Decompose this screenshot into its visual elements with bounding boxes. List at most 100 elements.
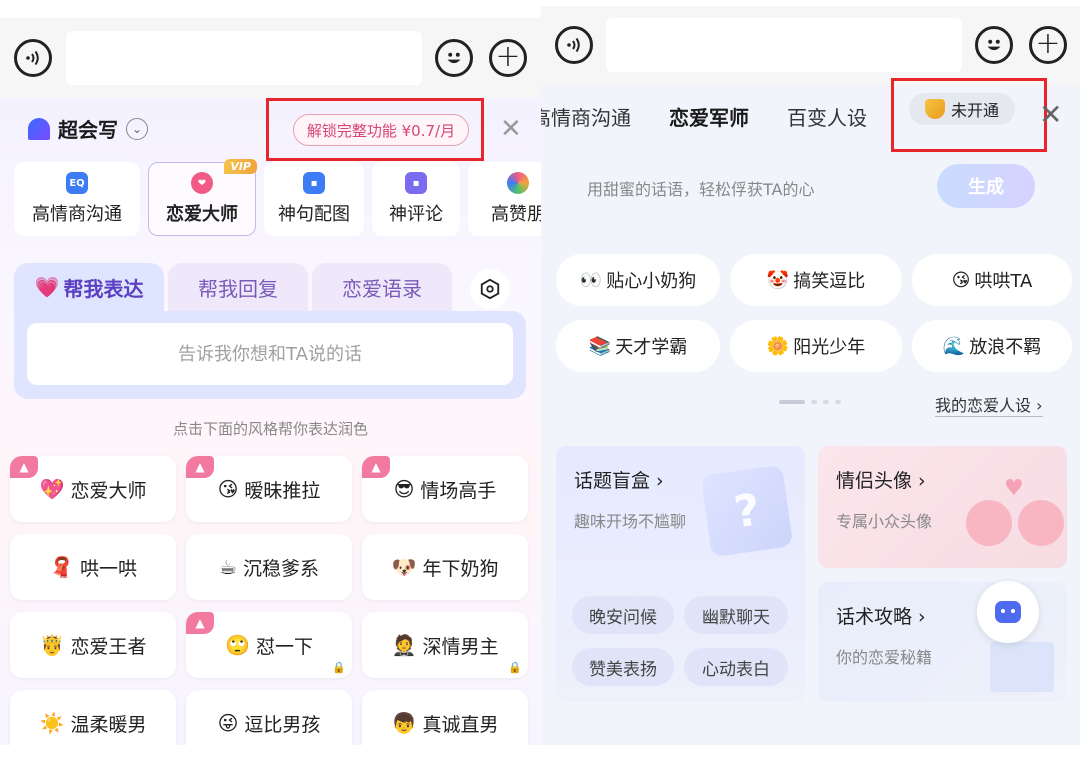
persona-chip[interactable]: 🌼 阳光少年 xyxy=(730,320,902,372)
not-open-highlight-box: 未开通 xyxy=(891,78,1047,152)
settings-button[interactable] xyxy=(470,269,510,309)
persona-chip[interactable]: 🌊 放浪不羁 xyxy=(912,320,1072,372)
style-devoted-male-lead[interactable]: 🤵 深情男主 🔒 xyxy=(362,612,528,678)
style-flirt-push-pull[interactable]: ▲ 😘 暧昧推拉 xyxy=(186,456,352,522)
persona-emoji: 👀 xyxy=(579,269,603,291)
tab-label: 恋爱语录 xyxy=(342,276,422,301)
style-label: 恋爱大师 xyxy=(70,479,147,502)
close-icon[interactable]: ✕ xyxy=(1039,98,1062,131)
feature-love-master[interactable]: VIP ❤ 恋爱大师 xyxy=(148,159,257,236)
tab-persona[interactable]: 百变人设 xyxy=(787,102,867,131)
pig-avatar-icon xyxy=(1018,500,1064,546)
tab-help-reply[interactable]: 帮我回复 xyxy=(168,263,308,311)
style-love-king[interactable]: 🤴 恋爱王者 xyxy=(10,612,176,678)
style-label: 暧昧推拉 xyxy=(244,479,321,502)
style-steady-daddy[interactable]: ☕ 沉稳爹系 xyxy=(186,534,352,600)
tab-label: 帮我回复 xyxy=(198,276,278,301)
persona-emoji: 🤡 xyxy=(766,269,790,291)
robot-icon xyxy=(995,601,1021,623)
feature-comment[interactable]: ▪ 神评论 xyxy=(372,162,460,236)
not-open-badge[interactable]: 未开通 xyxy=(909,93,1015,125)
style-label: 年下奶狗 xyxy=(422,557,499,580)
love-input-placeholder[interactable]: 用甜蜜的话语，轻松俘获TA的心 xyxy=(587,176,814,200)
hot-flame-icon: ▲ xyxy=(186,456,214,478)
style-emoji: 😜 xyxy=(217,711,239,735)
voice-input-button[interactable] xyxy=(14,39,52,77)
generate-button[interactable]: 生成 xyxy=(937,164,1035,208)
mode-tabs: 💗 帮我表达 帮我回复 恋爱语录 xyxy=(14,263,526,400)
persona-grid: 👀 贴心小奶狗 🤡 搞笑逗比 😘 哄哄TA 📚 天才学霸 🌼 阳光少年 🌊 放浪不羁 xyxy=(556,254,1072,372)
close-icon[interactable]: ✕ xyxy=(500,114,522,144)
left-screen: + 超会写 ⌄ 解锁完整功能 ¥0.7/月 ✕ EQ 高情商沟通 VIP ❤ 恋… xyxy=(0,0,541,745)
persona-emoji: 🌊 xyxy=(942,335,966,357)
more-plus-button[interactable]: + xyxy=(489,39,527,77)
style-love-master[interactable]: ▲ 💖 恋爱大师 xyxy=(10,456,176,522)
persona-emoji: 🌼 xyxy=(766,335,790,357)
card-title: 话题盲盒 › xyxy=(574,470,664,492)
chip-good-night[interactable]: 晚安问候 xyxy=(572,596,674,634)
emoji-button[interactable] xyxy=(435,39,473,77)
vip-badge: VIP xyxy=(224,159,257,174)
style-talk-back[interactable]: ▲ 🙄 怼一下 🔒 xyxy=(186,612,352,678)
style-emoji: 🤵 xyxy=(391,633,417,657)
hot-flame-icon: ▲ xyxy=(186,612,214,634)
plus-icon: + xyxy=(1035,25,1061,61)
feature-image-caption[interactable]: ▪ 神句配图 xyxy=(264,162,364,236)
style-sincere-straight-guy[interactable]: 👦 真诚直男 xyxy=(362,690,528,745)
persona-chip[interactable]: 📚 天才学霸 xyxy=(556,320,720,372)
style-gentle-warm-guy[interactable]: ☀️ 温柔暖男 xyxy=(10,690,176,745)
lock-icon: 🔒 xyxy=(508,661,522,674)
style-hint: 点击下面的风格帮你表达润色 xyxy=(172,420,368,438)
style-emoji: ☀️ xyxy=(39,711,65,735)
chip-praise[interactable]: 赞美表扬 xyxy=(572,648,674,686)
topic-blind-box-card[interactable]: 话题盲盒 › 趣味开场不尴聊 ? 晚安问候 幽默聊天 赞美表扬 心动表白 xyxy=(556,446,805,702)
style-coax[interactable]: 🧣 哄一哄 xyxy=(10,534,176,600)
ai-robot-button[interactable] xyxy=(977,581,1039,643)
message-text-box[interactable] xyxy=(66,31,422,85)
feature-moments[interactable]: 高赞朋 xyxy=(468,162,541,236)
style-emoji: 😘 xyxy=(217,477,239,501)
style-emoji: 🤴 xyxy=(39,633,65,657)
style-romance-expert[interactable]: ▲ 😎 情场高手 xyxy=(362,456,528,522)
voice-icon xyxy=(26,50,39,66)
chevron-down-icon[interactable]: ⌄ xyxy=(126,117,148,140)
persona-label: 哄哄TA xyxy=(974,271,1033,292)
persona-chip[interactable]: 😘 哄哄TA xyxy=(912,254,1072,306)
voice-input-button[interactable] xyxy=(555,26,593,64)
unlock-full-feature-button[interactable]: 解锁完整功能 ¥0.7/月 xyxy=(293,114,469,146)
style-funny-boy[interactable]: 😜 逗比男孩 xyxy=(186,690,352,745)
persona-emoji: 📚 xyxy=(588,335,612,357)
tab-help-express[interactable]: 💗 帮我表达 xyxy=(14,263,164,311)
more-plus-button[interactable]: + xyxy=(1029,26,1067,64)
voice-icon xyxy=(567,37,580,53)
style-label: 逗比男孩 xyxy=(244,713,321,736)
card-subtitle: 专属小众头像 xyxy=(836,512,933,531)
plus-icon: + xyxy=(495,38,521,74)
writing-assistant-panel: 超会写 ⌄ 解锁完整功能 ¥0.7/月 ✕ EQ 高情商沟通 VIP ❤ 恋爱大… xyxy=(0,98,541,745)
card-subtitle: 趣味开场不尴聊 xyxy=(574,512,687,531)
couple-avatar-card[interactable]: 情侣头像 › 专属小众头像 ♥ xyxy=(818,446,1067,568)
tab-love-advisor[interactable]: 恋爱军师 xyxy=(669,102,749,131)
input-bar: + xyxy=(0,18,541,98)
heart-icon: ♥ xyxy=(1004,476,1024,501)
eq-icon: EQ xyxy=(66,172,88,194)
heart-icon: 💗 xyxy=(34,275,60,299)
my-love-persona-link[interactable]: 我的恋爱人设 › xyxy=(935,392,1043,417)
persona-chip[interactable]: 🤡 搞笑逗比 xyxy=(730,254,902,306)
tab-love-quotes[interactable]: 恋爱语录 xyxy=(312,263,452,311)
say-to-ta-input[interactable] xyxy=(27,323,513,385)
chip-humor-chat[interactable]: 幽默聊天 xyxy=(684,596,788,634)
color-wheel-icon xyxy=(507,172,529,194)
message-text-box[interactable] xyxy=(606,18,962,72)
chevron-right-icon: › xyxy=(1036,396,1043,415)
tab-eq-communication[interactable]: 高情商沟通 xyxy=(541,102,631,131)
brand-header[interactable]: 超会写 ⌄ xyxy=(28,114,148,143)
persona-chip[interactable]: 👀 贴心小奶狗 xyxy=(556,254,720,306)
feature-label: 神评论 xyxy=(389,204,443,225)
emoji-button[interactable] xyxy=(975,26,1013,64)
card-title: 情侣头像 › xyxy=(836,470,926,492)
feature-label: 恋爱大师 xyxy=(166,204,238,225)
style-younger-puppy[interactable]: 🐶 年下奶狗 xyxy=(362,534,528,600)
chip-confession[interactable]: 心动表白 xyxy=(684,648,788,686)
feature-eq-communication[interactable]: EQ 高情商沟通 xyxy=(14,162,140,236)
